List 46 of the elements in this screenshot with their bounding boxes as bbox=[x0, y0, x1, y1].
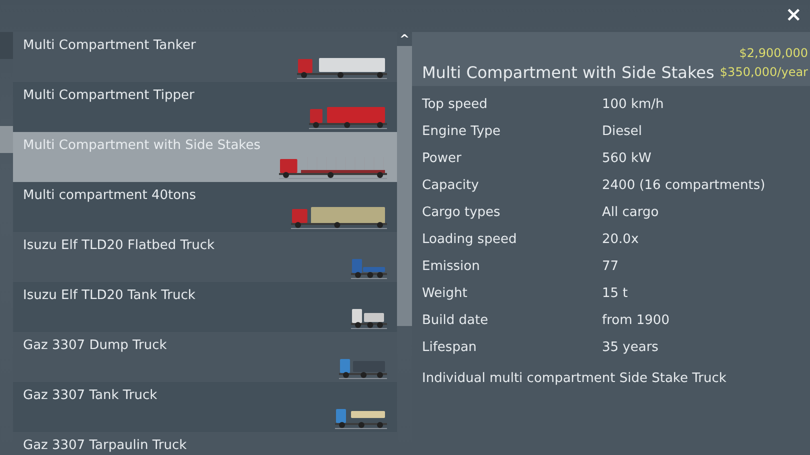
scrollbar[interactable]: ^ bbox=[397, 32, 412, 455]
property-label: Engine Type bbox=[422, 124, 502, 139]
property-label: Weight bbox=[422, 286, 468, 301]
vehicle-list-item[interactable]: Isuzu Elf TLD20 Flatbed Truck bbox=[13, 232, 397, 282]
vehicle-name: Gaz 3307 Dump Truck bbox=[23, 338, 167, 353]
property-value: 77 bbox=[602, 259, 619, 274]
vehicle-name: Multi Compartment Tanker bbox=[23, 38, 196, 53]
vehicle-list-item[interactable]: Multi compartment 40tons bbox=[13, 182, 397, 232]
property-value: 2400 (16 compartments) bbox=[602, 178, 766, 193]
vehicle-name: Gaz 3307 Tank Truck bbox=[23, 388, 158, 403]
property-label: Capacity bbox=[422, 178, 480, 193]
vehicle-list-item[interactable]: Isuzu Elf TLD20 Tank Truck bbox=[13, 282, 397, 332]
vehicle-name: Isuzu Elf TLD20 Flatbed Truck bbox=[23, 238, 215, 253]
property-value: All cargo bbox=[602, 205, 659, 220]
vehicle-name: Gaz 3307 Tarpaulin Truck bbox=[23, 438, 187, 453]
property-label: Loading speed bbox=[422, 232, 518, 247]
property-label: Cargo types bbox=[422, 205, 502, 220]
property-value: from 1900 bbox=[602, 313, 670, 328]
side-tab[interactable] bbox=[0, 126, 13, 153]
truck-icon bbox=[291, 205, 387, 229]
running-cost: $350,000/year bbox=[720, 64, 808, 81]
vehicle-name: Multi Compartment Tipper bbox=[23, 88, 194, 103]
property-value: 560 kW bbox=[602, 151, 652, 166]
property-value: 15 t bbox=[602, 286, 628, 301]
vehicle-title: Multi Compartment with Side Stakes bbox=[422, 63, 714, 82]
vehicle-list-item[interactable]: Multi Compartment Tipper bbox=[13, 82, 397, 132]
property-label: Lifespan bbox=[422, 340, 478, 355]
vehicle-name: Multi compartment 40tons bbox=[23, 188, 196, 203]
truck-icon bbox=[309, 105, 387, 129]
property-label: Top speed bbox=[422, 97, 488, 112]
property-value: 20.0x bbox=[602, 232, 639, 247]
property-label: Power bbox=[422, 151, 462, 166]
property-label: Build date bbox=[422, 313, 490, 328]
scroll-thumb[interactable] bbox=[397, 46, 412, 326]
vehicle-list-item[interactable]: Gaz 3307 Tank Truck bbox=[13, 382, 397, 432]
property-label: Emission bbox=[422, 259, 481, 274]
property-value: 100 km/h bbox=[602, 97, 664, 112]
property-value: Diesel bbox=[602, 124, 642, 139]
truck-icon bbox=[297, 55, 387, 79]
vehicle-description: Individual multi compartment Side Stake Truck bbox=[421, 370, 728, 386]
property-value: 35 years bbox=[602, 340, 658, 355]
vehicle-name: Multi Compartment with Side Stakes bbox=[23, 138, 261, 153]
scroll-up-button[interactable]: ^ bbox=[397, 32, 412, 46]
price: $2,900,000 bbox=[739, 45, 808, 62]
close-button[interactable]: × bbox=[777, 0, 810, 28]
vehicle-name: Isuzu Elf TLD20 Tank Truck bbox=[23, 288, 196, 303]
